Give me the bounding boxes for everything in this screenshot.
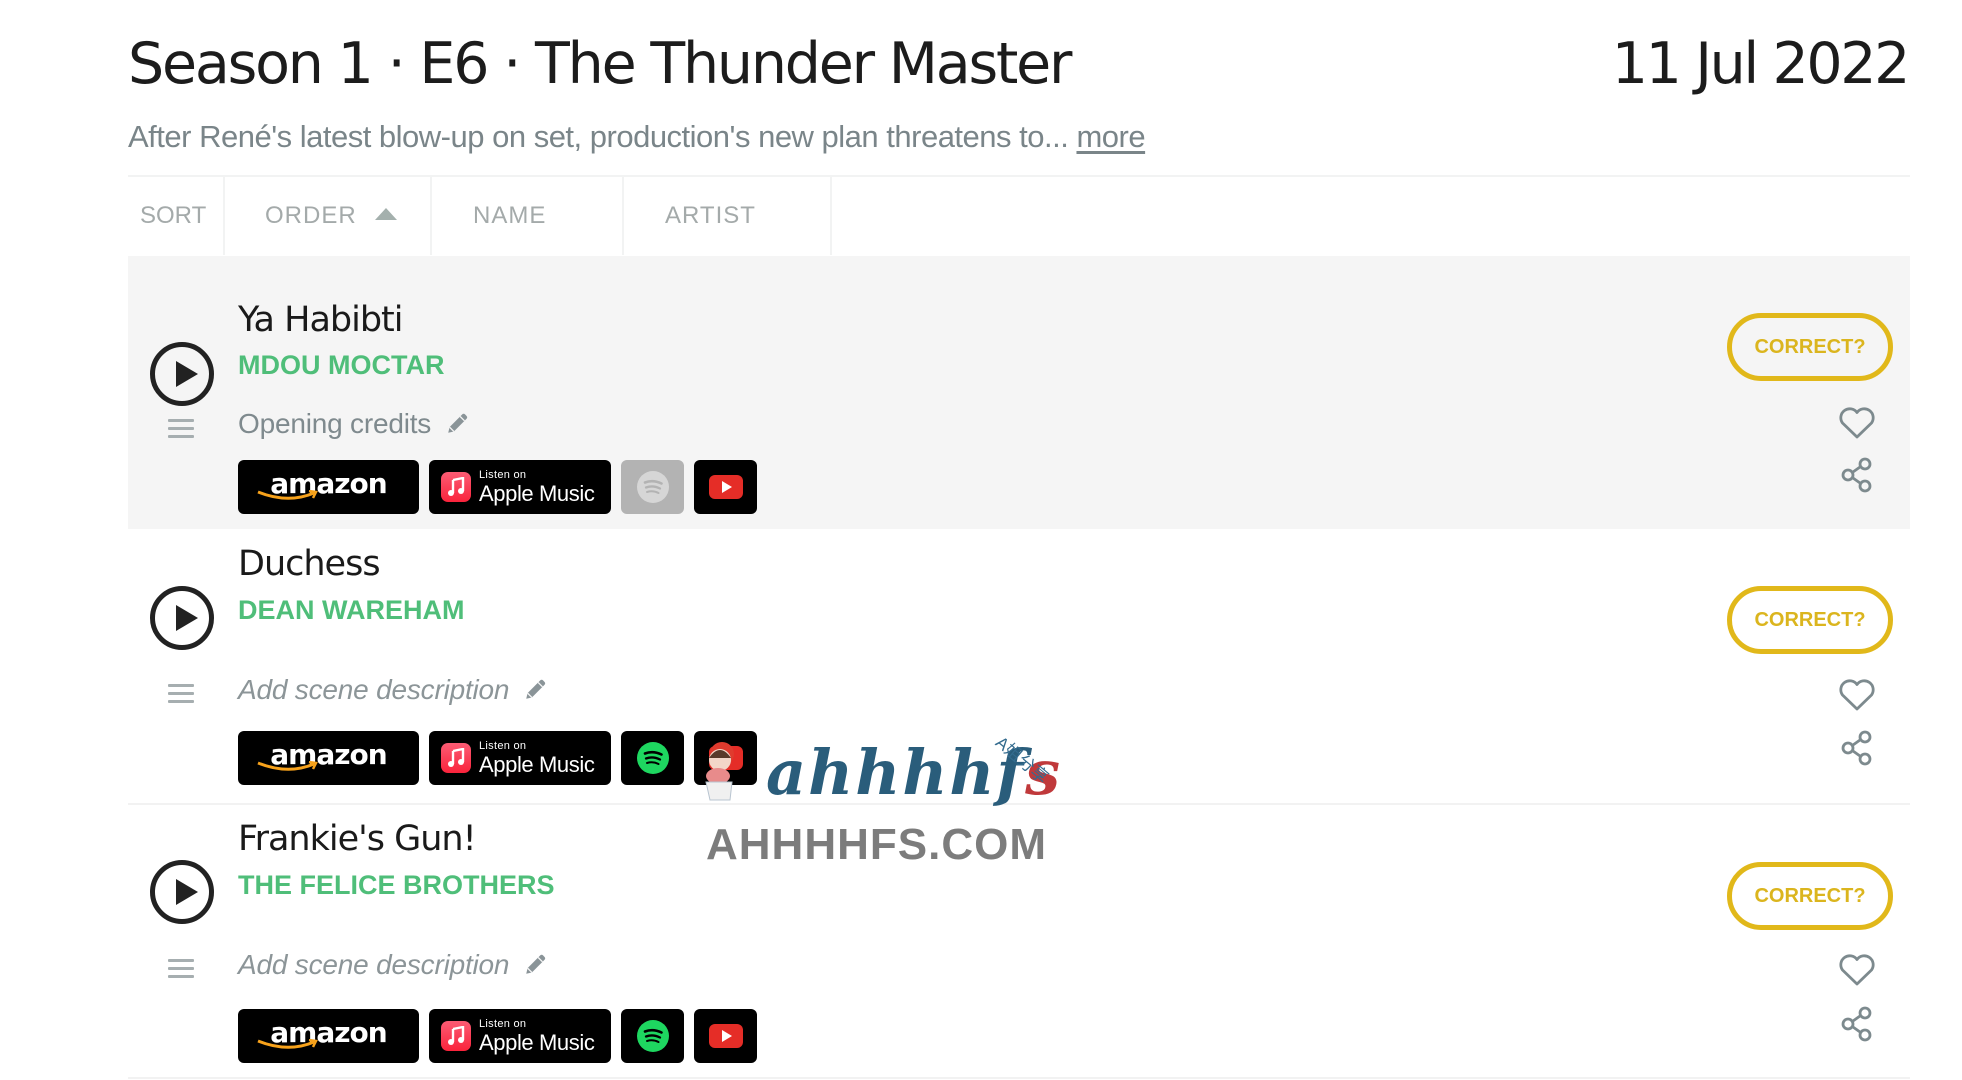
youtube-icon <box>708 746 743 770</box>
streaming-links: amazon Listen on Apple Music <box>238 731 757 785</box>
apple-music-button[interactable]: Listen on Apple Music <box>429 731 611 785</box>
youtube-button[interactable] <box>694 1009 757 1063</box>
pencil-icon[interactable] <box>445 410 471 436</box>
scene-description-text: Add scene description <box>238 674 510 705</box>
heart-icon[interactable] <box>1838 406 1876 440</box>
spotify-icon <box>636 1020 669 1052</box>
youtube-button[interactable] <box>694 460 757 514</box>
sort-by-name[interactable]: NAME <box>432 177 624 255</box>
song-row: Duchess DEAN WAREHAM Add scene descripti… <box>128 529 1910 805</box>
amazon-smile-icon <box>257 761 318 771</box>
apple-music-label: Apple Music <box>479 751 595 777</box>
sort-bar: SORT ORDER NAME ARTIST <box>128 177 1910 255</box>
scene-description[interactable]: Add scene description <box>238 672 549 708</box>
song-title: Ya Habibti <box>238 300 404 340</box>
apple-music-button[interactable]: Listen on Apple Music <box>429 1009 611 1063</box>
share-icon[interactable] <box>1840 456 1874 494</box>
amazon-smile-icon <box>257 1039 318 1049</box>
spotify-button[interactable] <box>621 460 684 514</box>
share-icon[interactable] <box>1840 729 1874 767</box>
pencil-icon[interactable] <box>523 676 549 702</box>
youtube-icon <box>708 1024 743 1048</box>
amazon-music-button[interactable]: amazon <box>238 1009 419 1063</box>
apple-music-button[interactable]: Listen on Apple Music <box>429 460 611 514</box>
sort-name-label: NAME <box>473 202 547 229</box>
correct-button[interactable]: CORRECT? <box>1727 586 1893 654</box>
play-button[interactable] <box>150 342 214 406</box>
song-artist[interactable]: MDOU MOCTAR <box>238 348 444 382</box>
heart-icon[interactable] <box>1838 953 1876 987</box>
apple-listen-on: Listen on <box>479 468 527 481</box>
more-link[interactable]: more <box>1076 119 1145 154</box>
sort-artist-label: ARTIST <box>665 202 756 229</box>
amazon-smile-icon <box>257 490 318 500</box>
drag-handle-icon[interactable] <box>168 684 194 704</box>
sort-by-artist[interactable]: ARTIST <box>624 177 832 255</box>
streaming-links: amazon Listen on Apple Music <box>238 460 757 514</box>
streaming-links: amazon Listen on Apple Music <box>238 1009 757 1063</box>
scene-description-text: Add scene description <box>238 949 510 980</box>
song-row: Ya Habibti MDOU MOCTAR Opening credits a… <box>128 256 1910 529</box>
sort-label: SORT <box>128 177 225 255</box>
episode-air-date: 11 Jul 2022 <box>1611 31 1911 97</box>
song-row: Frankie's Gun! THE FELICE BROTHERS Add s… <box>128 805 1910 1079</box>
apple-music-icon <box>441 743 471 773</box>
youtube-button[interactable] <box>694 731 757 785</box>
scene-description[interactable]: Opening credits <box>238 406 471 442</box>
scene-description-text: Opening credits <box>238 408 432 439</box>
sort-order-label: ORDER <box>265 202 357 229</box>
episode-summary-text: After René's latest blow-up on set, prod… <box>128 119 1069 154</box>
play-button[interactable] <box>150 860 214 924</box>
correct-button[interactable]: CORRECT? <box>1727 862 1893 930</box>
pencil-icon[interactable] <box>523 951 549 977</box>
apple-music-label: Apple Music <box>479 480 595 506</box>
spotify-icon <box>636 742 669 774</box>
apple-listen-on: Listen on <box>479 739 527 752</box>
share-icon[interactable] <box>1840 1005 1874 1043</box>
play-button[interactable] <box>150 586 214 650</box>
episode-summary: After René's latest blow-up on set, prod… <box>128 116 1146 158</box>
correct-button[interactable]: CORRECT? <box>1727 313 1893 381</box>
heart-icon[interactable] <box>1838 678 1876 712</box>
sort-ascending-icon <box>374 208 397 220</box>
spotify-button[interactable] <box>621 1009 684 1063</box>
song-artist[interactable]: THE FELICE BROTHERS <box>238 868 555 902</box>
scene-description[interactable]: Add scene description <box>238 947 549 983</box>
amazon-music-button[interactable]: amazon <box>238 731 419 785</box>
apple-music-icon <box>441 472 471 502</box>
episode-title: Season 1 · E6 · The Thunder Master <box>128 31 1072 97</box>
spotify-button[interactable] <box>621 731 684 785</box>
youtube-icon <box>708 475 743 499</box>
song-title: Frankie's Gun! <box>238 819 477 859</box>
drag-handle-icon[interactable] <box>168 419 194 439</box>
sort-by-order[interactable]: ORDER <box>225 177 432 255</box>
drag-handle-icon[interactable] <box>168 959 194 979</box>
song-artist[interactable]: DEAN WAREHAM <box>238 593 465 627</box>
apple-music-label: Apple Music <box>479 1029 595 1055</box>
spotify-icon <box>636 471 669 503</box>
amazon-music-button[interactable]: amazon <box>238 460 419 514</box>
apple-music-icon <box>441 1021 471 1051</box>
song-title: Duchess <box>238 544 381 584</box>
apple-listen-on: Listen on <box>479 1017 527 1030</box>
